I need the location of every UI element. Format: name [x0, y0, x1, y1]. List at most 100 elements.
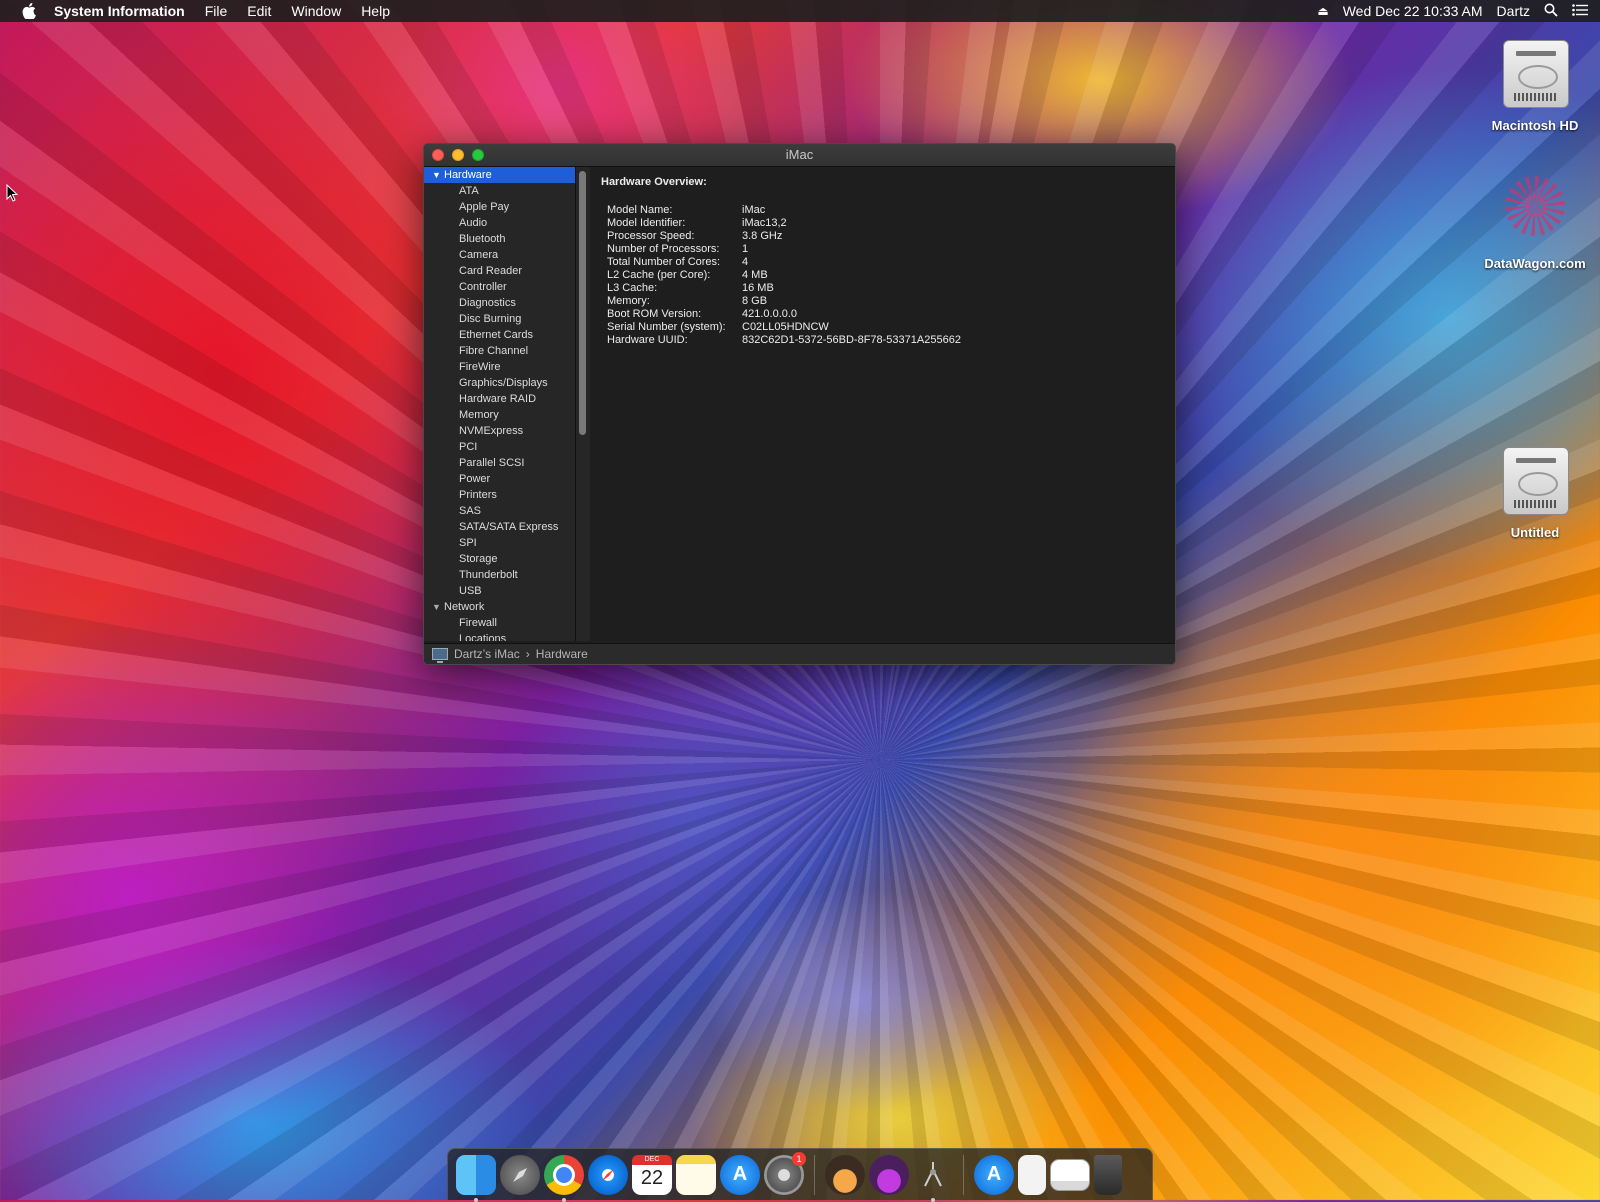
desktop-icon-untitled[interactable]: Untitled: [1475, 441, 1595, 540]
property-key: Serial Number (system):: [607, 321, 726, 333]
dock-safari[interactable]: [588, 1154, 628, 1195]
dock-app-store[interactable]: A: [720, 1154, 760, 1195]
property-key: Model Name:: [607, 204, 673, 216]
sidebar-item-hardware-raid[interactable]: Hardware RAID: [424, 391, 575, 407]
window-titlebar[interactable]: iMac: [424, 144, 1175, 167]
window-menu[interactable]: Window: [291, 3, 341, 19]
breadcrumb-section[interactable]: Hardware: [536, 647, 588, 661]
property-key: L3 Cache:: [607, 282, 658, 294]
help-menu[interactable]: Help: [361, 3, 390, 19]
property-key: Model Identifier:: [607, 217, 686, 229]
datawagon-logo-icon: [1499, 172, 1571, 252]
sidebar-item-camera[interactable]: Camera: [424, 247, 575, 263]
dock-trash[interactable]: [1094, 1154, 1122, 1195]
menubar-user[interactable]: Dartz: [1497, 3, 1530, 19]
property-value: 832C62D1-5372-56BD-8F78-53371A255662: [742, 334, 961, 346]
dock-screenshot[interactable]: [1050, 1158, 1090, 1191]
spotlight-search-icon[interactable]: [1544, 3, 1558, 20]
property-row: Memory: 8 GB: [607, 295, 961, 308]
sidebar-item-apple-pay[interactable]: Apple Pay: [424, 199, 575, 215]
sidebar-item-sas[interactable]: SAS: [424, 503, 575, 519]
dock-app-store-folder[interactable]: A: [974, 1154, 1014, 1195]
menu-bar: System Information File Edit Window Help…: [0, 0, 1600, 22]
file-menu[interactable]: File: [205, 3, 228, 19]
sidebar-item-parallel-scsi[interactable]: Parallel SCSI: [424, 455, 575, 471]
system-information-window: iMac ▼ Hardware ATA Apple Pay Audio Blue…: [423, 143, 1176, 665]
sidebar-category-label: Network: [444, 601, 485, 613]
category-sidebar: ▼ Hardware ATA Apple Pay Audio Bluetooth…: [424, 167, 576, 641]
property-row: L2 Cache (per Core): 4 MB: [607, 269, 961, 282]
dock-system-information[interactable]: [913, 1155, 953, 1202]
dock-flask-app-purple[interactable]: [869, 1154, 909, 1195]
property-row: L3 Cache: 16 MB: [607, 282, 961, 295]
dock-document[interactable]: [1018, 1154, 1046, 1195]
dock-system-preferences[interactable]: 1: [764, 1151, 806, 1195]
sidebar-item-nvmexpress[interactable]: NVMExpress: [424, 423, 575, 439]
overview-heading: Hardware Overview:: [601, 176, 707, 188]
hard-drive-icon: [1499, 34, 1571, 114]
sidebar-item-card-reader[interactable]: Card Reader: [424, 263, 575, 279]
property-value: iMac: [742, 204, 766, 216]
sidebar-item-audio[interactable]: Audio: [424, 215, 575, 231]
window-title: iMac: [785, 147, 814, 162]
dock-chrome[interactable]: [544, 1154, 584, 1202]
sidebar-item-firewire[interactable]: FireWire: [424, 359, 575, 375]
sidebar-item-sata-express[interactable]: SATA/SATA Express: [424, 519, 575, 535]
sidebar-item-bluetooth[interactable]: Bluetooth: [424, 231, 575, 247]
sidebar-item-fibre-channel[interactable]: Fibre Channel: [424, 343, 575, 359]
sidebar-item-disc-burning[interactable]: Disc Burning: [424, 311, 575, 327]
sidebar-item-controller[interactable]: Controller: [424, 279, 575, 295]
sidebar-category-hardware[interactable]: ▼ Hardware: [424, 167, 575, 183]
property-value: 16 MB: [742, 282, 774, 294]
sidebar-item-ethernet-cards[interactable]: Ethernet Cards: [424, 327, 575, 343]
disclosure-triangle-icon[interactable]: ▼: [432, 599, 442, 615]
app-name-menu[interactable]: System Information: [54, 3, 185, 19]
desktop-icon-datawagon[interactable]: DataWagon.com: [1475, 172, 1595, 271]
dock-flask-app[interactable]: [825, 1154, 865, 1195]
property-row: Total Number of Cores: 4: [607, 256, 961, 269]
sidebar-item-spi[interactable]: SPI: [424, 535, 575, 551]
sidebar-scrollbar[interactable]: [576, 167, 590, 641]
dock-calendar[interactable]: DEC 22: [632, 1154, 672, 1195]
edit-menu[interactable]: Edit: [247, 3, 271, 19]
property-key: Boot ROM Version:: [607, 308, 702, 320]
sidebar-item-memory[interactable]: Memory: [424, 407, 575, 423]
breadcrumb-computer[interactable]: Dartz’s iMac: [454, 647, 520, 661]
app-store-icon: A: [732, 1163, 748, 1185]
sidebar-item-locations[interactable]: Locations: [424, 631, 575, 641]
menubar-clock[interactable]: Wed Dec 22 10:33 AM: [1343, 3, 1483, 19]
dock-finder[interactable]: [456, 1154, 496, 1202]
sidebar-category-network[interactable]: ▼ Network: [424, 599, 575, 615]
sidebar-item-storage[interactable]: Storage: [424, 551, 575, 567]
sidebar-item-firewall[interactable]: Firewall: [424, 615, 575, 631]
sidebar-item-thunderbolt[interactable]: Thunderbolt: [424, 567, 575, 583]
sidebar-item-ata[interactable]: ATA: [424, 183, 575, 199]
property-key: Processor Speed:: [607, 230, 695, 242]
app-store-icon: A: [986, 1163, 1002, 1185]
sidebar-item-power[interactable]: Power: [424, 471, 575, 487]
property-row: Number of Processors: 1: [607, 243, 961, 256]
property-value: 8 GB: [742, 295, 768, 307]
sidebar-item-pci[interactable]: PCI: [424, 439, 575, 455]
desktop-icon-label: Untitled: [1510, 525, 1560, 540]
dock: DEC 22 A 1 A: [447, 1148, 1153, 1202]
desktop-icon-label: DataWagon.com: [1484, 256, 1586, 271]
notification-center-icon[interactable]: [1572, 3, 1588, 19]
eject-icon[interactable]: ⏏: [1317, 4, 1328, 18]
dock-notes[interactable]: [676, 1154, 716, 1195]
sidebar-item-usb[interactable]: USB: [424, 583, 575, 599]
sidebar-item-diagnostics[interactable]: Diagnostics: [424, 295, 575, 311]
desktop-icon-macintosh-hd[interactable]: Macintosh HD: [1475, 34, 1595, 133]
apple-menu-icon[interactable]: [20, 2, 38, 20]
dock-launchpad[interactable]: [500, 1154, 540, 1195]
compass-icon: [602, 1168, 614, 1181]
property-value: 1: [742, 243, 749, 255]
sidebar-category-label: Hardware: [444, 169, 492, 181]
disclosure-triangle-icon[interactable]: ▼: [432, 167, 442, 183]
sidebar-item-graphics-displays[interactable]: Graphics/Displays: [424, 375, 575, 391]
property-value: 421.0.0.0.0: [742, 308, 798, 320]
scrollbar-thumb[interactable]: [579, 171, 586, 435]
dock-separator: [963, 1154, 964, 1195]
sidebar-item-printers[interactable]: Printers: [424, 487, 575, 503]
dock-separator: [814, 1154, 815, 1195]
